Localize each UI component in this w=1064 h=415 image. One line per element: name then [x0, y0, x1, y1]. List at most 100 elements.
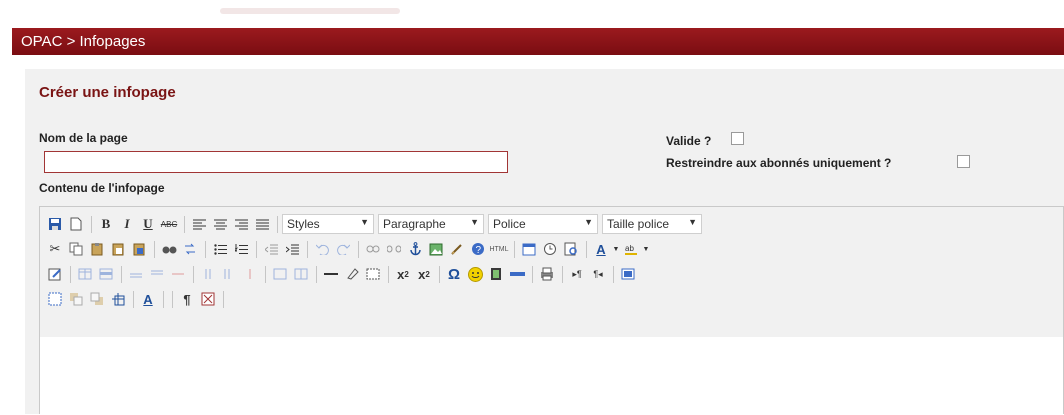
align-center-icon[interactable]: [210, 214, 230, 234]
fullscreen-icon[interactable]: [618, 264, 638, 284]
separator: [562, 265, 563, 283]
remove-format-icon[interactable]: [342, 264, 362, 284]
link-icon[interactable]: [363, 239, 383, 259]
cleanup-icon[interactable]: [447, 239, 467, 259]
save-icon[interactable]: [45, 214, 65, 234]
move-backward-icon[interactable]: [87, 289, 107, 309]
row-props-icon[interactable]: [96, 264, 116, 284]
infopage-form: Créer une infopage Nom de la page Valide…: [25, 69, 1064, 415]
svg-text:ab: ab: [625, 244, 634, 253]
chevron-down-icon[interactable]: ▼: [642, 239, 650, 259]
replace-icon[interactable]: [180, 239, 200, 259]
font-select[interactable]: Police ▼: [488, 214, 598, 234]
separator: [184, 215, 185, 233]
copy-icon[interactable]: [66, 239, 86, 259]
font-size-select[interactable]: Taille police ▼: [602, 214, 702, 234]
editor-toolbar: B I U ABC Styles ▼ Paragraphe ▼ Police ▼ Ta…: [40, 207, 1063, 338]
print-icon[interactable]: [537, 264, 557, 284]
separator: [223, 290, 224, 308]
styles-select[interactable]: Styles ▼: [282, 214, 374, 234]
insert-date-icon[interactable]: [519, 239, 539, 259]
find-icon[interactable]: [159, 239, 179, 259]
chevron-down-icon[interactable]: ▼: [612, 239, 620, 259]
highlight-color-icon[interactable]: ab: [621, 239, 641, 259]
align-right-icon[interactable]: [231, 214, 251, 234]
absolute-position-icon[interactable]: [108, 289, 128, 309]
move-forward-icon[interactable]: [66, 289, 86, 309]
ltr-icon[interactable]: ▸¶: [567, 264, 587, 284]
paragraph-select[interactable]: Paragraphe ▼: [378, 214, 484, 234]
chevron-down-icon: ▼: [470, 217, 479, 227]
content-label: Contenu de l'infopage: [39, 181, 165, 195]
font-select-label: Police: [493, 217, 526, 231]
align-justify-icon[interactable]: [252, 214, 272, 234]
new-document-icon[interactable]: [66, 214, 86, 234]
separator: [316, 265, 317, 283]
insert-layer-icon[interactable]: [45, 289, 65, 309]
paste-word-icon[interactable]: [129, 239, 149, 259]
separator: [91, 215, 92, 233]
breadcrumb: OPAC > Infopages: [21, 33, 146, 50]
paste-text-icon[interactable]: [108, 239, 128, 259]
editor-content-area[interactable]: [40, 337, 1063, 415]
insert-row-before-icon[interactable]: [126, 264, 146, 284]
special-char-icon[interactable]: Ω: [444, 264, 464, 284]
redo-icon[interactable]: [333, 239, 353, 259]
separator: [154, 240, 155, 258]
indent-icon[interactable]: [282, 239, 302, 259]
restrict-checkbox[interactable]: [957, 155, 970, 168]
visual-aid-icon[interactable]: [363, 264, 383, 284]
merge-cells-icon[interactable]: [291, 264, 311, 284]
toolbar-row-2: ✂ ? HTML A ▼ ab ▼: [45, 238, 651, 260]
separator: [193, 265, 194, 283]
text-color-icon[interactable]: A: [591, 239, 611, 259]
insert-time-icon[interactable]: [540, 239, 560, 259]
unlink-icon[interactable]: [384, 239, 404, 259]
align-left-icon[interactable]: [189, 214, 209, 234]
anchor-icon[interactable]: [405, 239, 425, 259]
emoticon-icon[interactable]: [465, 264, 485, 284]
template-icon[interactable]: [198, 289, 218, 309]
valid-checkbox[interactable]: [731, 132, 744, 145]
toolbar-row-1: B I U ABC Styles ▼ Paragraphe ▼ Police ▼ Ta…: [45, 213, 706, 235]
separator: [388, 265, 389, 283]
edit-style-icon[interactable]: [45, 264, 65, 284]
cut-icon[interactable]: ✂: [45, 239, 65, 259]
outdent-icon[interactable]: [261, 239, 281, 259]
paste-icon[interactable]: [87, 239, 107, 259]
split-cells-icon[interactable]: [270, 264, 290, 284]
styles-props-icon[interactable]: A: [138, 289, 158, 309]
undo-icon[interactable]: [312, 239, 332, 259]
separator: [613, 265, 614, 283]
show-blocks-icon[interactable]: ¶: [177, 289, 197, 309]
preview-icon[interactable]: [561, 239, 581, 259]
italic-icon[interactable]: I: [117, 214, 137, 234]
help-icon[interactable]: ?: [468, 239, 488, 259]
rtl-icon[interactable]: ¶◂: [588, 264, 608, 284]
html-source-icon[interactable]: HTML: [489, 239, 509, 259]
insert-row-after-icon[interactable]: [147, 264, 167, 284]
underline-icon[interactable]: U: [138, 214, 158, 234]
faded-header-text: [220, 8, 400, 14]
delete-row-icon[interactable]: [168, 264, 188, 284]
insert-line-icon[interactable]: [507, 264, 527, 284]
media-icon[interactable]: [486, 264, 506, 284]
superscript-icon[interactable]: x2: [414, 264, 434, 284]
page-name-input[interactable]: [44, 151, 508, 173]
insert-col-before-icon[interactable]: [198, 264, 218, 284]
table-icon[interactable]: [75, 264, 95, 284]
bold-icon[interactable]: B: [96, 214, 116, 234]
strikethrough-icon[interactable]: ABC: [159, 214, 179, 234]
numbered-list-icon[interactable]: [231, 239, 251, 259]
horizontal-rule-icon[interactable]: [321, 264, 341, 284]
separator: [307, 240, 308, 258]
separator: [133, 290, 134, 308]
separator: [256, 240, 257, 258]
image-icon[interactable]: [426, 239, 446, 259]
subscript-icon[interactable]: x2: [393, 264, 413, 284]
paragraph-select-label: Paragraphe: [383, 217, 446, 231]
bullet-list-icon[interactable]: [210, 239, 230, 259]
delete-col-icon[interactable]: [240, 264, 260, 284]
insert-col-after-icon[interactable]: [219, 264, 239, 284]
separator: [586, 240, 587, 258]
